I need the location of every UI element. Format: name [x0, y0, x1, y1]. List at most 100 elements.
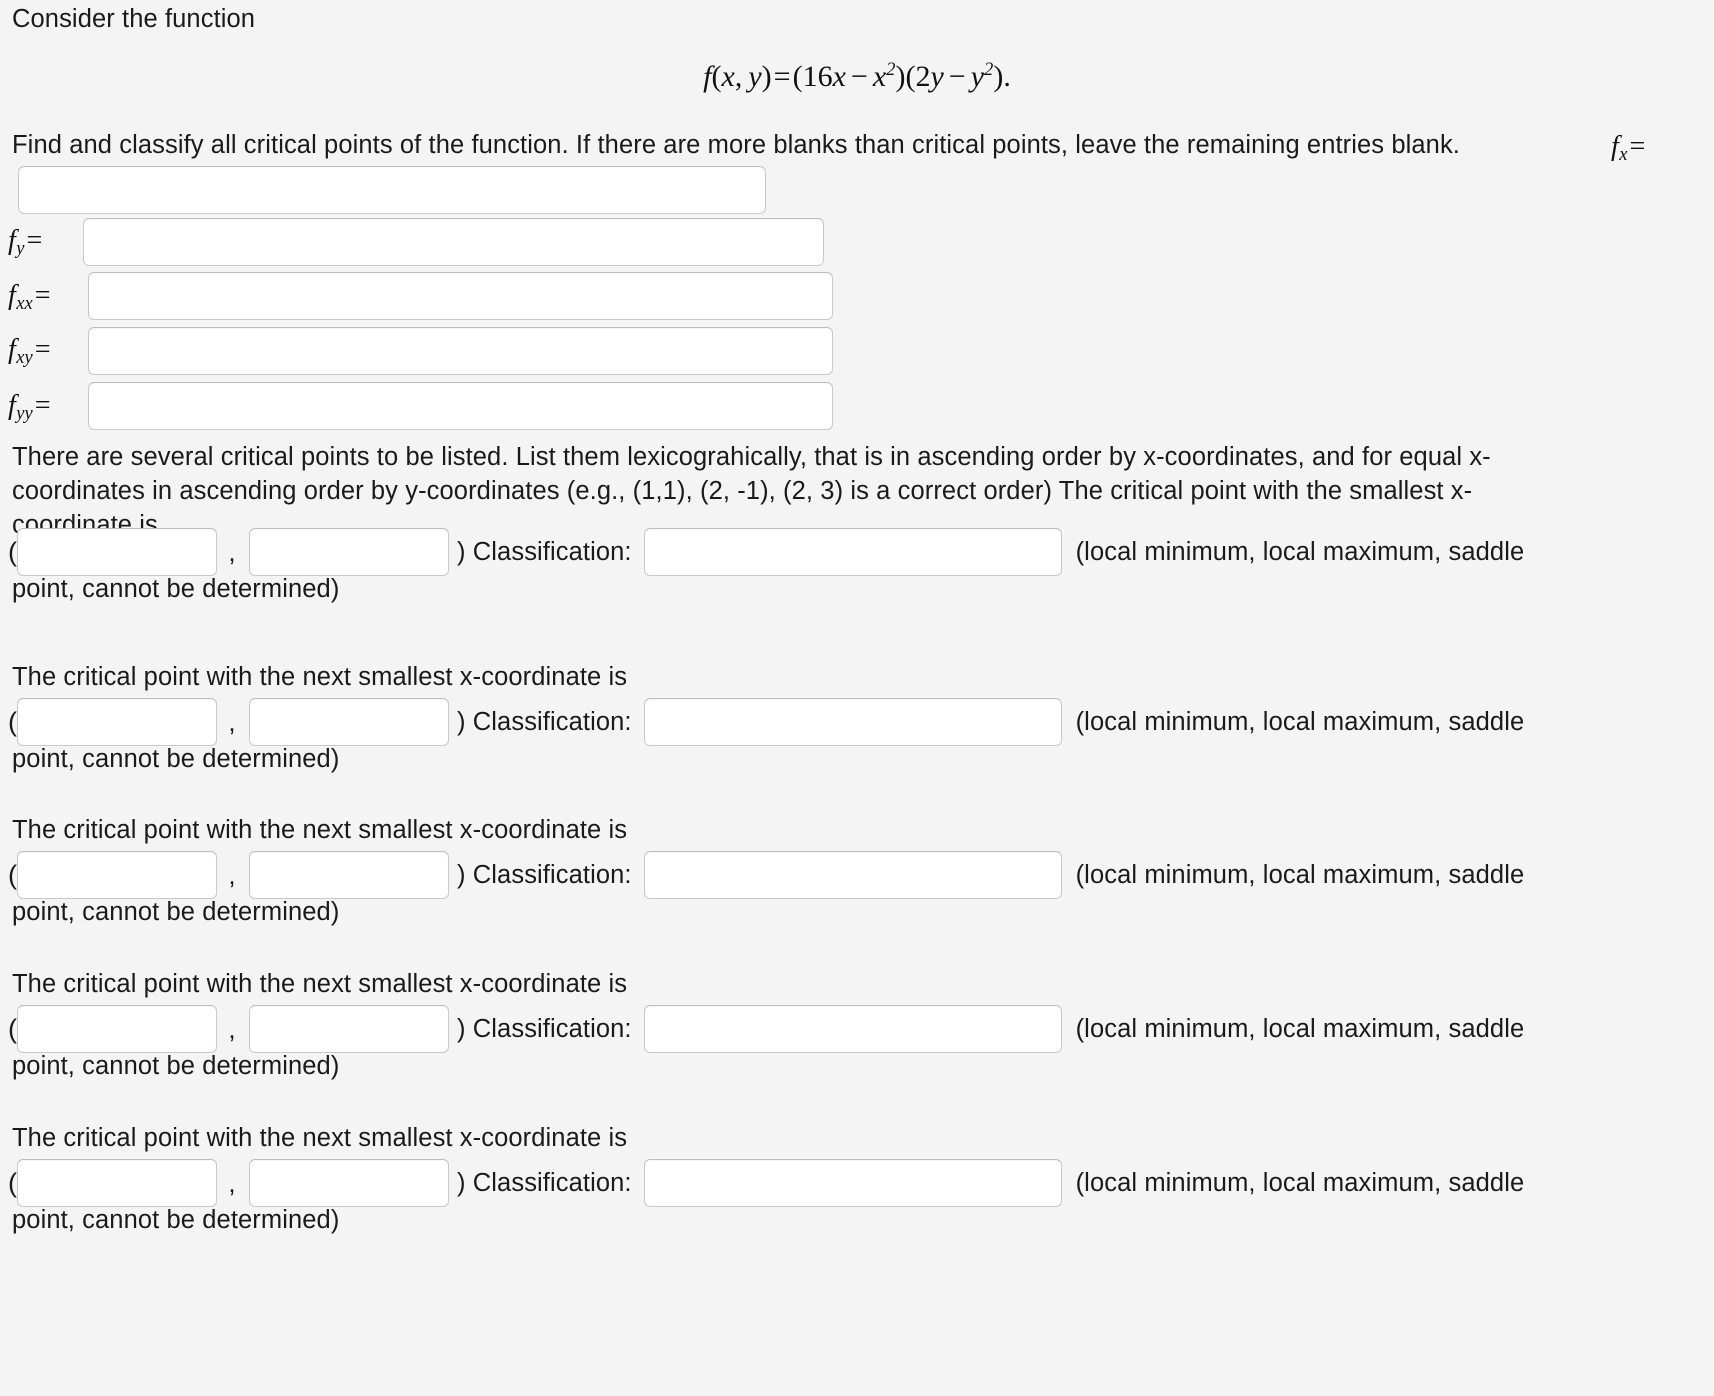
critical-point-y-input[interactable]	[249, 698, 449, 746]
classification-hint-line2: point, cannot be determined)	[12, 745, 340, 773]
critical-point-row: (,) Classification: (local minimum, local…	[8, 698, 1524, 746]
formula-factor2-exponent: 2	[984, 59, 994, 80]
formula-factor2-coefficient: 2	[915, 60, 931, 93]
critical-point-row: (,) Classification: (local minimum, local…	[8, 1005, 1524, 1053]
formula-close-paren: )	[761, 60, 772, 93]
formula-factor1-coefficient: 16	[802, 60, 833, 93]
find-and-classify-instruction: Find and classify all critical points of…	[12, 131, 1460, 159]
critical-point-heading: The critical point with the next smalles…	[12, 1124, 628, 1152]
close-paren-and-classification-label: ) Classification:	[449, 705, 632, 739]
fxx-label-equals: =	[34, 280, 51, 311]
fxy-label-equals: =	[34, 334, 51, 365]
classification-label: Classification:	[472, 1168, 632, 1197]
open-paren: (	[8, 536, 17, 567]
close-paren-and-classification-label: ) Classification:	[449, 1012, 632, 1046]
open-paren: (	[8, 1013, 17, 1044]
close-paren-and-classification-label: ) Classification:	[449, 535, 632, 569]
critical-point-row: (,) Classification: (local minimum, local…	[8, 1159, 1524, 1207]
formula-factor1-variable: x	[832, 60, 846, 93]
formula-minus-2: −	[948, 60, 966, 93]
classification-hint-line2: point, cannot be determined)	[12, 898, 340, 926]
critical-point-row: (,) Classification: (local minimum, local…	[8, 851, 1524, 899]
critical-point-y-input[interactable]	[249, 528, 449, 576]
open-paren: (	[8, 1167, 17, 1198]
classification-hint-line1: (local minimum, local maximum, saddle	[1075, 537, 1525, 566]
open-paren: (	[8, 859, 17, 890]
classification-hint-line2: point, cannot be determined)	[12, 1206, 340, 1234]
classification-hint-line1: (local minimum, local maximum, saddle	[1075, 1014, 1525, 1043]
close-paren-and-classification-label: ) Classification:	[449, 858, 632, 892]
close-paren: )	[457, 707, 466, 736]
formula-period: .	[1003, 60, 1011, 93]
formula-factor2-square-variable: y	[970, 60, 985, 93]
classification-hint-line2: point, cannot be determined)	[12, 1052, 340, 1080]
classification-hint-line1: (local minimum, local maximum, saddle	[1075, 707, 1525, 736]
fxy-input[interactable]	[88, 327, 833, 375]
fxx-input[interactable]	[88, 272, 833, 320]
critical-point-x-input[interactable]	[17, 1005, 217, 1053]
fy-input[interactable]	[83, 218, 824, 266]
fx-label: fx=	[1611, 128, 1647, 167]
fx-label-equals: =	[1629, 131, 1646, 162]
coordinate-comma: ,	[228, 1013, 236, 1044]
classification-input[interactable]	[643, 1005, 1062, 1053]
consider-the-function-text: Consider the function	[12, 5, 256, 33]
close-paren: )	[457, 860, 466, 889]
formula-factor2-close: )	[993, 60, 1004, 93]
fx-input[interactable]	[18, 166, 766, 214]
fxx-label-f: f	[8, 280, 16, 311]
fy-label-f: f	[8, 225, 16, 256]
classification-input[interactable]	[643, 528, 1062, 576]
critical-point-row: (,) Classification: (local minimum, local…	[8, 528, 1524, 576]
fx-label-f: f	[1611, 131, 1619, 162]
fxx-label: fxx=	[8, 277, 52, 316]
coordinate-comma: ,	[228, 1167, 236, 1198]
classification-label: Classification:	[472, 707, 632, 736]
classification-hint-line2: point, cannot be determined)	[12, 575, 340, 603]
critical-point-y-input[interactable]	[249, 851, 449, 899]
classification-input[interactable]	[643, 1159, 1062, 1207]
close-paren: )	[457, 1014, 466, 1043]
fxy-label-f: f	[8, 334, 16, 365]
fy-label: fy=	[8, 222, 44, 261]
critical-point-x-input[interactable]	[17, 1159, 217, 1207]
fyy-label: fyy=	[8, 387, 52, 426]
function-formula: f(x, y)=(16x − x2)(2y − y2).	[0, 57, 1714, 97]
classification-hint-line1: (local minimum, local maximum, saddle	[1075, 1168, 1525, 1197]
classification-label: Classification:	[472, 1014, 632, 1043]
formula-factor2-open: (	[905, 60, 916, 93]
coordinate-comma: ,	[228, 706, 236, 737]
classification-input[interactable]	[643, 851, 1062, 899]
close-paren-and-classification-label: ) Classification:	[449, 1166, 632, 1200]
formula-minus-1: −	[850, 60, 868, 93]
classification-hint-line1: (local minimum, local maximum, saddle	[1075, 860, 1525, 889]
fyy-label-subscript: yy	[16, 402, 33, 423]
formula-factor2-variable: y	[930, 60, 944, 93]
classification-label: Classification:	[472, 860, 632, 889]
fy-label-equals: =	[26, 225, 43, 256]
critical-point-heading: The critical point with the next smalles…	[12, 970, 628, 998]
formula-factor1-square-variable: x	[872, 60, 887, 93]
critical-point-y-input[interactable]	[249, 1159, 449, 1207]
coordinate-comma: ,	[228, 859, 236, 890]
fxx-label-subscript: xx	[16, 292, 33, 313]
fxy-label: fxy=	[8, 331, 52, 370]
fyy-input[interactable]	[88, 382, 833, 430]
classification-input[interactable]	[643, 698, 1062, 746]
close-paren: )	[457, 1168, 466, 1197]
classification-label: Classification:	[472, 537, 632, 566]
formula-x: x	[721, 60, 735, 93]
critical-point-heading: The critical point with the next smalles…	[12, 816, 628, 844]
critical-point-y-input[interactable]	[249, 1005, 449, 1053]
fxy-label-subscript: xy	[16, 346, 33, 367]
formula-comma: ,	[734, 60, 743, 93]
formula-open-paren: (	[711, 60, 722, 93]
critical-point-heading: The critical point with the next smalles…	[12, 663, 628, 691]
formula-factor1-open: (	[792, 60, 803, 93]
coordinate-comma: ,	[228, 536, 236, 567]
formula-f: f	[703, 60, 712, 93]
critical-point-x-input[interactable]	[17, 698, 217, 746]
critical-point-x-input[interactable]	[17, 851, 217, 899]
critical-point-x-input[interactable]	[17, 528, 217, 576]
close-paren: )	[457, 537, 466, 566]
